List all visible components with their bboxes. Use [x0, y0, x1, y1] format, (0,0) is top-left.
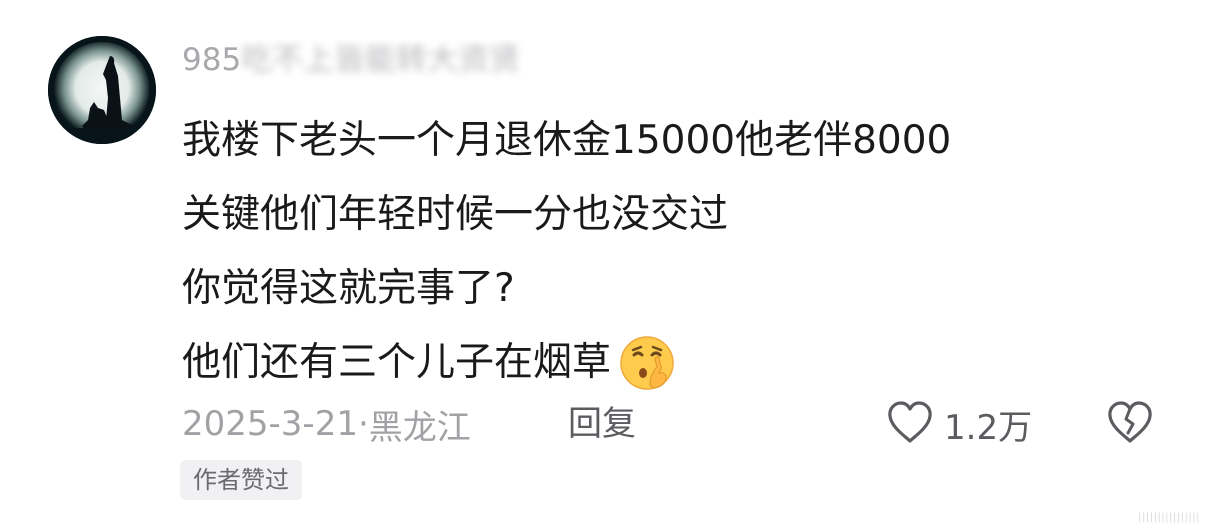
comment-date: 2025-3-21	[182, 404, 358, 444]
like-count: 1.2万	[944, 407, 1033, 448]
broken-heart-icon	[1106, 399, 1154, 449]
dislike-button[interactable]	[1106, 398, 1154, 450]
reply-button[interactable]: 回复	[568, 400, 636, 448]
watermark: ||||||||||||||||	[1138, 512, 1200, 523]
author-liked-badge: 作者赞过	[180, 460, 302, 500]
comment-line: 你觉得这就完事了?	[182, 266, 515, 311]
shushing-face-emoji-icon	[617, 333, 677, 393]
comment-line-with-emoji: 他们还有三个儿子在烟草	[182, 326, 1142, 400]
comment-line: 我楼下老头一个月退休金15000他老伴8000	[182, 118, 952, 163]
heart-icon	[886, 399, 934, 449]
comment-item: 985吃不上皆能转大资贤 我楼下老头一个月退休金15000他老伴8000 关键他…	[0, 0, 1206, 531]
username-visible: 985	[182, 42, 242, 78]
meta-separator: ·	[357, 404, 369, 444]
username-blurred: 吃不上皆能转大资贤	[241, 42, 521, 78]
comment-line: 他们还有三个儿子在烟草	[182, 340, 612, 385]
like-button[interactable]: 1.2万	[886, 398, 1032, 450]
comment-line: 关键他们年轻时候一分也没交过	[182, 192, 729, 237]
username[interactable]: 985吃不上皆能转大资贤	[182, 40, 612, 80]
comment-location: 黑龙江	[368, 407, 471, 448]
comment-text: 我楼下老头一个月退休金15000他老伴8000 关键他们年轻时候一分也没交过 你…	[182, 104, 1142, 400]
avatar-silhouette-icon	[48, 36, 156, 144]
avatar[interactable]	[48, 36, 156, 144]
comment-meta: 2025-3-21 · 黑龙江	[182, 400, 471, 448]
